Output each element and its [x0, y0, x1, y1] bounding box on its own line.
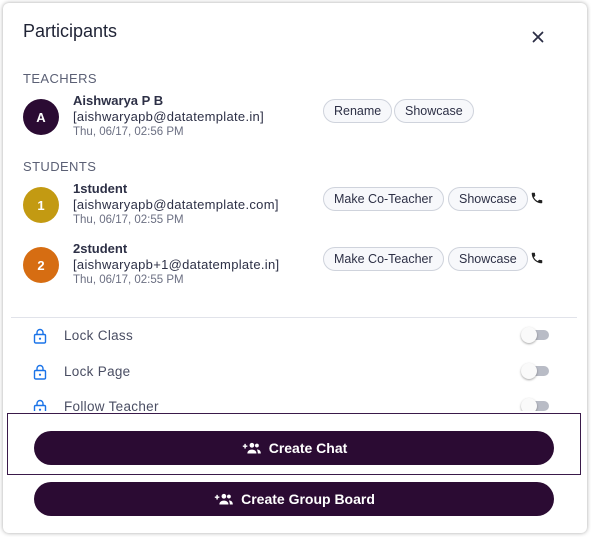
create-group-board-button[interactable]: Create Group Board — [34, 482, 554, 516]
make-co-teacher-button[interactable]: Make Co-Teacher — [323, 187, 444, 211]
avatar: A — [23, 99, 59, 135]
showcase-button[interactable]: Showcase — [394, 99, 474, 123]
toggle-knob — [521, 327, 537, 343]
create-chat-button[interactable]: Create Chat — [34, 431, 554, 465]
close-button[interactable] — [527, 26, 549, 48]
participant-name: 1student — [73, 181, 128, 196]
close-icon — [532, 31, 544, 43]
showcase-button[interactable]: Showcase — [448, 247, 528, 271]
participant-name: 2student — [73, 241, 128, 256]
lock-class-toggle[interactable] — [521, 327, 549, 343]
dialog-title: Participants — [23, 21, 118, 41]
toggle-knob — [521, 398, 537, 411]
phone-icon[interactable] — [530, 191, 544, 205]
lock-icon — [33, 399, 47, 411]
avatar: 2 — [23, 247, 59, 283]
rename-button[interactable]: Rename — [323, 99, 393, 123]
lock-page-toggle[interactable] — [521, 363, 549, 379]
divider — [11, 317, 577, 318]
student-row: 2 2student [aishwaryapb+1@datatemplate.i… — [23, 241, 583, 291]
add-group-icon — [242, 442, 261, 454]
teacher-row: A Aishwarya P B [aishwaryapb@datatemplat… — [23, 93, 583, 143]
follow-teacher-toggle[interactable] — [521, 398, 549, 411]
toggle-knob — [521, 363, 537, 379]
option-label: Follow Teacher — [64, 399, 159, 411]
add-group-icon — [214, 493, 233, 505]
option-lock-class: Lock Class — [33, 326, 553, 348]
participant-time: Thu, 06/17, 02:55 PM — [73, 274, 184, 286]
participant-email: [aishwaryapb@datatemplate.com] — [73, 197, 279, 212]
showcase-button[interactable]: Showcase — [448, 187, 528, 211]
teachers-heading: TEACHERS — [23, 71, 97, 86]
option-label: Lock Class — [64, 328, 134, 343]
option-lock-page: Lock Page — [33, 362, 553, 384]
participant-time: Thu, 06/17, 02:56 PM — [73, 126, 184, 138]
avatar: 1 — [23, 187, 59, 223]
student-row: 1 1student [aishwaryapb@datatemplate.com… — [23, 181, 583, 231]
participant-name: Aishwarya P B — [73, 93, 164, 108]
create-chat-label: Create Chat — [268, 440, 348, 456]
phone-icon[interactable] — [530, 251, 544, 265]
participant-email: [aishwaryapb+1@datatemplate.in] — [73, 257, 280, 272]
create-group-board-label: Create Group Board — [241, 491, 375, 507]
participants-dialog: Participants TEACHERS A Aishwarya P B [a… — [3, 3, 587, 533]
make-co-teacher-button[interactable]: Make Co-Teacher — [323, 247, 444, 271]
option-follow-teacher: Follow Teacher — [33, 397, 553, 411]
lock-icon — [33, 364, 47, 380]
lock-icon — [33, 328, 47, 344]
participant-email: [aishwaryapb@datatemplate.in] — [73, 109, 264, 124]
students-heading: STUDENTS — [23, 159, 97, 174]
participant-time: Thu, 06/17, 02:55 PM — [73, 214, 184, 226]
option-label: Lock Page — [64, 364, 131, 379]
